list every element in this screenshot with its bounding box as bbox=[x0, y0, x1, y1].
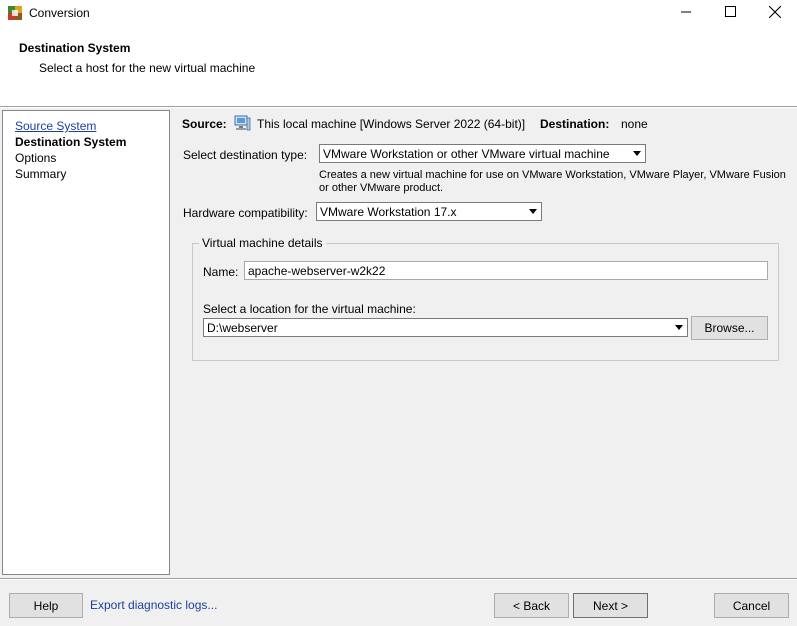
page-title: Destination System bbox=[19, 41, 131, 55]
title-bar: Conversion bbox=[0, 0, 797, 26]
export-diagnostic-logs-link[interactable]: Export diagnostic logs... bbox=[90, 598, 217, 612]
cancel-button[interactable]: Cancel bbox=[714, 593, 789, 618]
converter-app-icon bbox=[7, 5, 23, 21]
vm-location-combobox[interactable]: D:\webserver bbox=[203, 318, 688, 337]
nav-item-options: Options bbox=[15, 151, 57, 165]
wizard-header: Destination System Select a host for the… bbox=[0, 26, 797, 106]
vm-location-label: Select a location for the virtual machin… bbox=[203, 302, 416, 316]
computer-icon bbox=[234, 115, 251, 131]
nav-item-destination-system: Destination System bbox=[15, 135, 127, 149]
chevron-down-icon bbox=[525, 204, 540, 219]
vm-location-value: D:\webserver bbox=[207, 321, 278, 335]
destination-value: none bbox=[621, 117, 648, 131]
minimize-icon bbox=[681, 6, 691, 20]
browse-button[interactable]: Browse... bbox=[691, 316, 768, 340]
close-icon bbox=[768, 5, 782, 21]
maximize-button[interactable] bbox=[707, 0, 753, 26]
destination-type-description: Creates a new virtual machine for use on… bbox=[319, 169, 786, 194]
destination-type-select[interactable]: VMware Workstation or other VMware virtu… bbox=[319, 144, 646, 163]
close-button[interactable] bbox=[752, 0, 797, 26]
chevron-down-icon bbox=[629, 146, 644, 161]
destination-type-value: VMware Workstation or other VMware virtu… bbox=[323, 147, 610, 161]
nav-item-source-system[interactable]: Source System bbox=[15, 119, 96, 134]
window-title: Conversion bbox=[29, 6, 90, 20]
maximize-icon bbox=[724, 6, 736, 20]
destination-type-label: Select destination type: bbox=[183, 148, 308, 162]
vm-name-input[interactable] bbox=[244, 261, 768, 280]
chevron-down-icon bbox=[671, 320, 686, 335]
header-divider bbox=[0, 106, 797, 108]
source-value: This local machine [Windows Server 2022 … bbox=[257, 117, 526, 131]
back-button[interactable]: < Back bbox=[494, 593, 569, 618]
source-label: Source: bbox=[182, 117, 227, 131]
wizard-steps-panel: Source System Destination System Options… bbox=[2, 110, 170, 575]
page-subtitle: Select a host for the new virtual machin… bbox=[39, 61, 256, 75]
vm-details-legend: Virtual machine details bbox=[199, 236, 326, 250]
next-button[interactable]: Next > bbox=[573, 593, 648, 618]
help-button[interactable]: Help bbox=[9, 593, 83, 618]
hardware-compatibility-select[interactable]: VMware Workstation 17.x bbox=[316, 202, 542, 221]
hardware-compatibility-label: Hardware compatibility: bbox=[183, 206, 308, 220]
footer-divider bbox=[0, 578, 797, 580]
vm-name-label: Name: bbox=[203, 265, 239, 279]
destination-label: Destination: bbox=[540, 117, 610, 131]
hardware-compatibility-value: VMware Workstation 17.x bbox=[320, 205, 457, 219]
nav-item-summary: Summary bbox=[15, 167, 67, 181]
minimize-button[interactable] bbox=[663, 0, 709, 26]
